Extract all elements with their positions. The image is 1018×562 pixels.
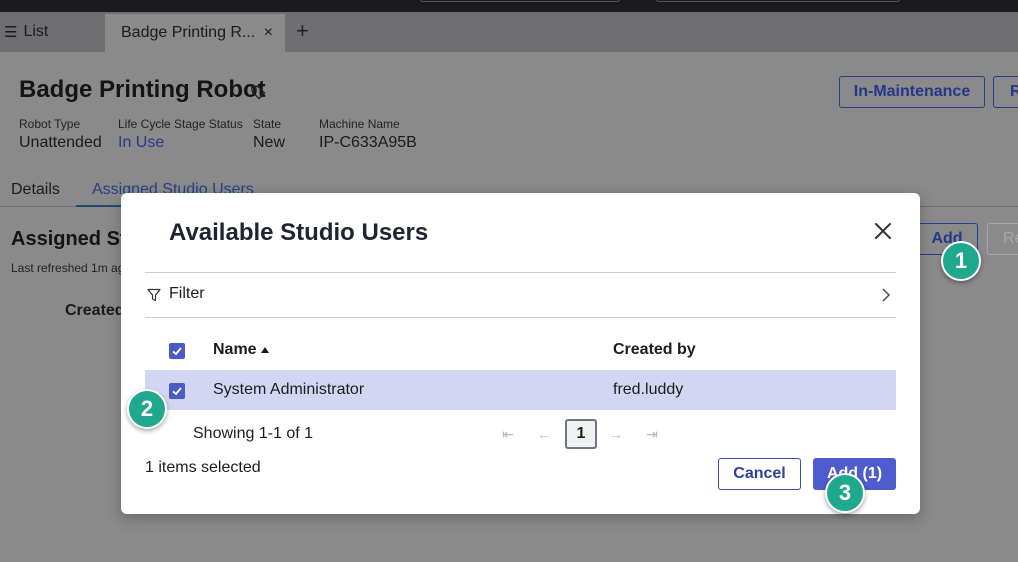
close-icon[interactable] bbox=[871, 219, 895, 243]
step-marker-2: 2 bbox=[127, 389, 167, 429]
column-header-name[interactable]: Name bbox=[213, 341, 257, 359]
meta-label-lifecycle: Life Cycle Stage Status bbox=[118, 117, 243, 131]
browser-top-bar bbox=[0, 0, 1018, 12]
first-page-icon[interactable]: ⇤ bbox=[499, 427, 517, 441]
page-title: Badge Printing Robot bbox=[19, 76, 266, 103]
filter-icon bbox=[147, 288, 161, 302]
dialog-title: Available Studio Users bbox=[169, 219, 429, 246]
last-refreshed: Last refreshed 1m ag bbox=[11, 261, 125, 275]
tab-details[interactable]: Details bbox=[11, 181, 60, 199]
meta-label-state: State bbox=[253, 117, 282, 131]
divider bbox=[145, 272, 896, 273]
check-icon bbox=[172, 347, 182, 356]
sort-ascending-icon[interactable] bbox=[260, 346, 270, 354]
meta-value-machine-name: IP-C633A95B bbox=[319, 134, 417, 151]
tab-label: Badge Printing R... bbox=[121, 24, 256, 41]
close-icon[interactable]: × bbox=[264, 24, 273, 42]
row-checkbox[interactable] bbox=[169, 383, 185, 399]
top-field-left bbox=[420, 0, 620, 2]
check-icon bbox=[172, 387, 182, 396]
cancel-button[interactable]: Cancel bbox=[718, 458, 801, 490]
filter-toggle[interactable]: Filter bbox=[169, 285, 205, 303]
chevron-right-icon[interactable] bbox=[881, 288, 891, 302]
available-studio-users-dialog: Available Studio Users Filter Name Creat… bbox=[121, 193, 920, 514]
next-page-icon[interactable]: → bbox=[607, 427, 625, 441]
in-maintenance-button[interactable]: In-Maintenance bbox=[839, 76, 985, 108]
tab-badge-printing-robot[interactable]: Badge Printing R... × bbox=[105, 14, 285, 52]
meta-label-robot-type: Robot Type bbox=[19, 117, 81, 131]
cell-created-by: fred.luddy bbox=[613, 381, 684, 398]
divider bbox=[145, 317, 896, 318]
section-title: Assigned Stu bbox=[11, 228, 139, 250]
tab-list-label: List bbox=[23, 23, 49, 40]
hamburger-icon: ☰ bbox=[4, 24, 18, 41]
remove-button[interactable]: Re bbox=[987, 223, 1018, 255]
meta-value-lifecycle[interactable]: In Use bbox=[118, 134, 164, 152]
pagination-summary: Showing 1-1 of 1 bbox=[193, 425, 314, 442]
column-header-created-by[interactable]: Created by bbox=[613, 341, 696, 359]
step-marker-1: 1 bbox=[941, 241, 981, 281]
r-button[interactable]: R bbox=[993, 76, 1018, 108]
select-all-checkbox[interactable] bbox=[169, 343, 185, 359]
step-marker-3: 3 bbox=[825, 473, 865, 513]
cell-name: System Administrator bbox=[213, 381, 365, 398]
current-page-button[interactable]: 1 bbox=[565, 419, 597, 449]
add-tab-icon[interactable]: + bbox=[296, 20, 309, 42]
previous-page-icon[interactable]: ← bbox=[535, 427, 553, 441]
tag-icon[interactable] bbox=[250, 84, 266, 100]
top-field-right bbox=[656, 0, 900, 2]
selected-count: 1 items selected bbox=[145, 459, 261, 476]
column-header-created: Created bbox=[65, 302, 125, 319]
meta-value-robot-type: Unattended bbox=[19, 134, 102, 151]
tab-list[interactable]: ☰ List bbox=[0, 12, 48, 52]
meta-value-state: New bbox=[253, 134, 286, 151]
last-page-icon[interactable]: ⇥ bbox=[643, 427, 661, 441]
meta-label-machine-name: Machine Name bbox=[319, 117, 400, 131]
